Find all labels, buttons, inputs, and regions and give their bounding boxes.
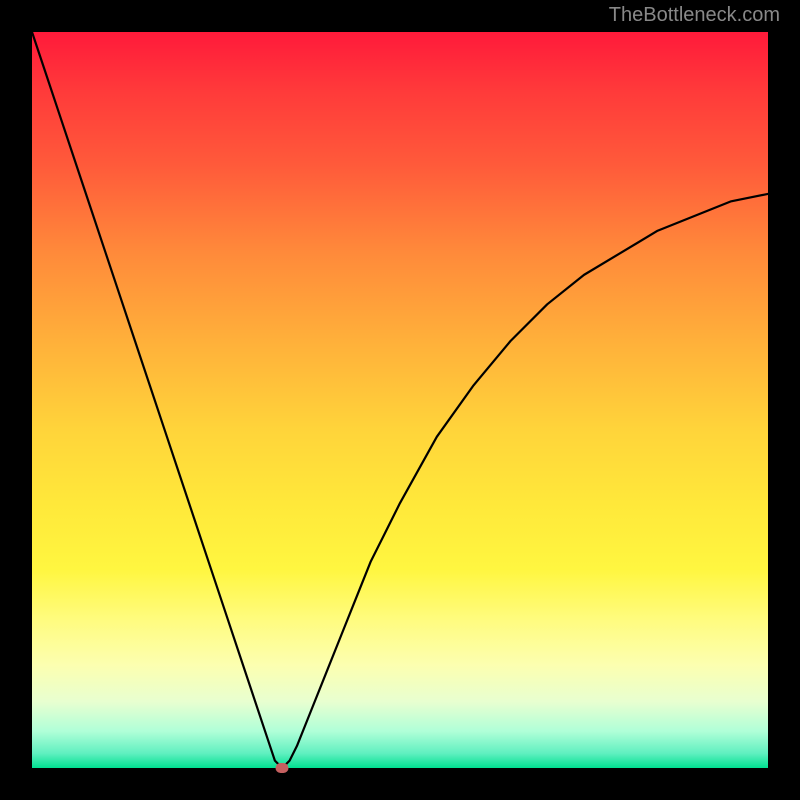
minimum-marker bbox=[276, 763, 289, 773]
bottleneck-curve-path bbox=[32, 32, 768, 768]
chart-plot-area bbox=[32, 32, 768, 768]
watermark-text: TheBottleneck.com bbox=[609, 4, 780, 27]
curve-svg bbox=[32, 32, 768, 768]
